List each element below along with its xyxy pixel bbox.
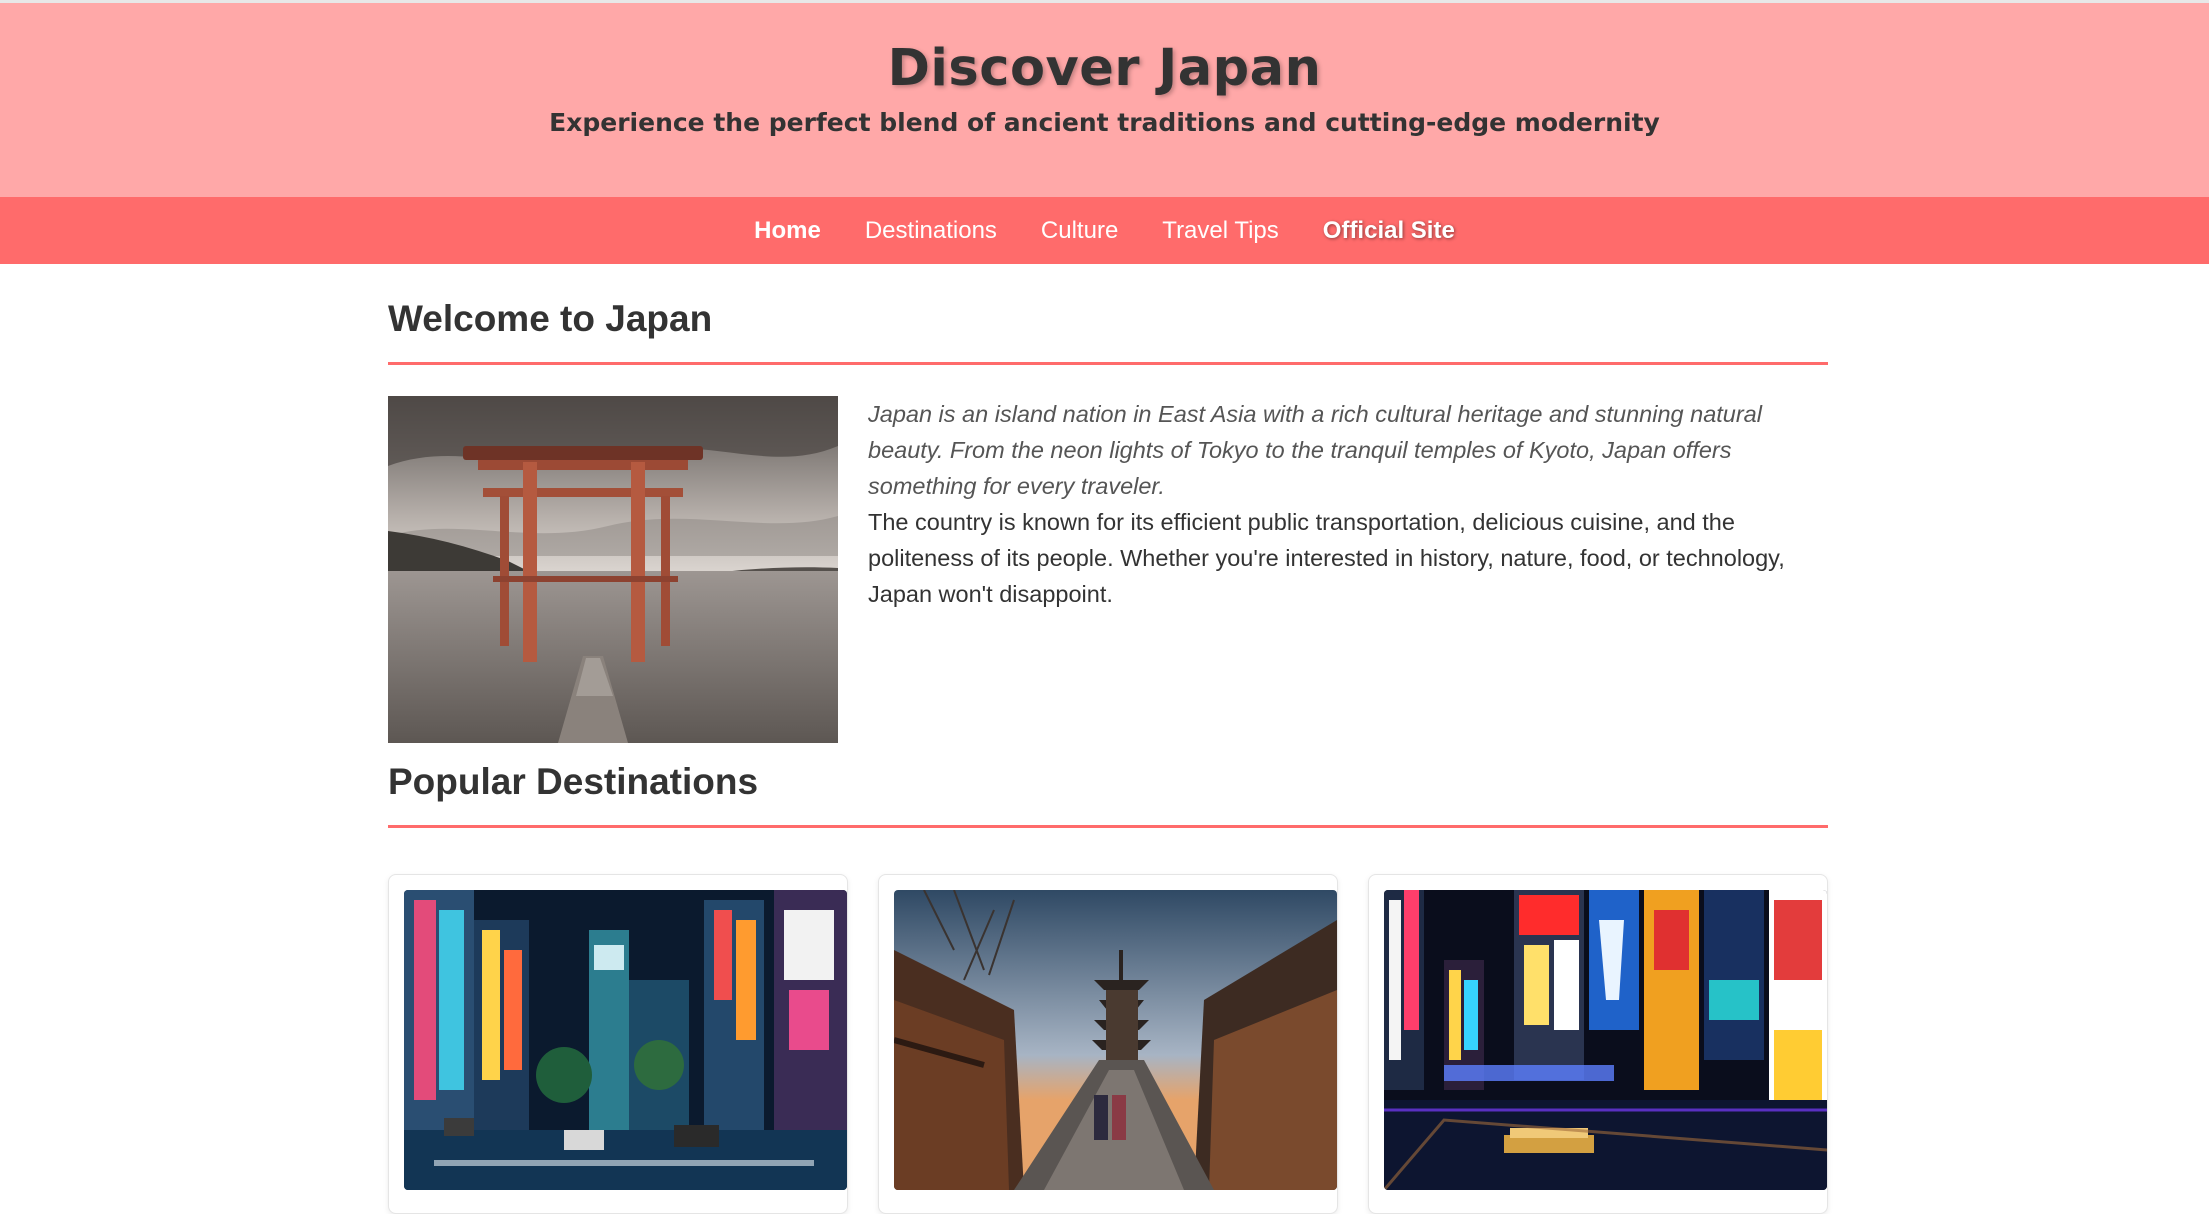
destination-card-osaka[interactable] <box>1368 874 1828 1214</box>
intro-body: The country is known for its efficient p… <box>868 509 1785 607</box>
site-header: Discover Japan Experience the perfect bl… <box>0 0 2209 197</box>
kyoto-image <box>894 890 1337 1190</box>
torii-gate-image <box>388 396 838 743</box>
nav-travel-tips[interactable]: Travel Tips <box>1162 217 1278 245</box>
intro-lead: Japan is an island nation in East Asia w… <box>868 401 1762 499</box>
site-title: Discover Japan <box>887 39 1322 98</box>
site-subtitle: Experience the perfect blend of ancient … <box>549 108 1660 137</box>
destination-card-kyoto[interactable] <box>878 874 1338 1214</box>
main-nav: Home Destinations Culture Travel Tips Of… <box>0 197 2209 264</box>
nav-destinations[interactable]: Destinations <box>865 217 997 245</box>
nav-culture[interactable]: Culture <box>1041 217 1118 245</box>
destinations-heading: Popular Destinations <box>388 761 1828 828</box>
destination-card-tokyo[interactable] <box>388 874 848 1214</box>
tokyo-image <box>404 890 847 1190</box>
osaka-image <box>1384 890 1827 1190</box>
intro-text: Japan is an island nation in East Asia w… <box>868 396 1828 612</box>
nav-official-site[interactable]: Official Site <box>1323 217 1455 245</box>
welcome-heading: Welcome to Japan <box>388 298 1828 365</box>
nav-home[interactable]: Home <box>754 217 821 245</box>
